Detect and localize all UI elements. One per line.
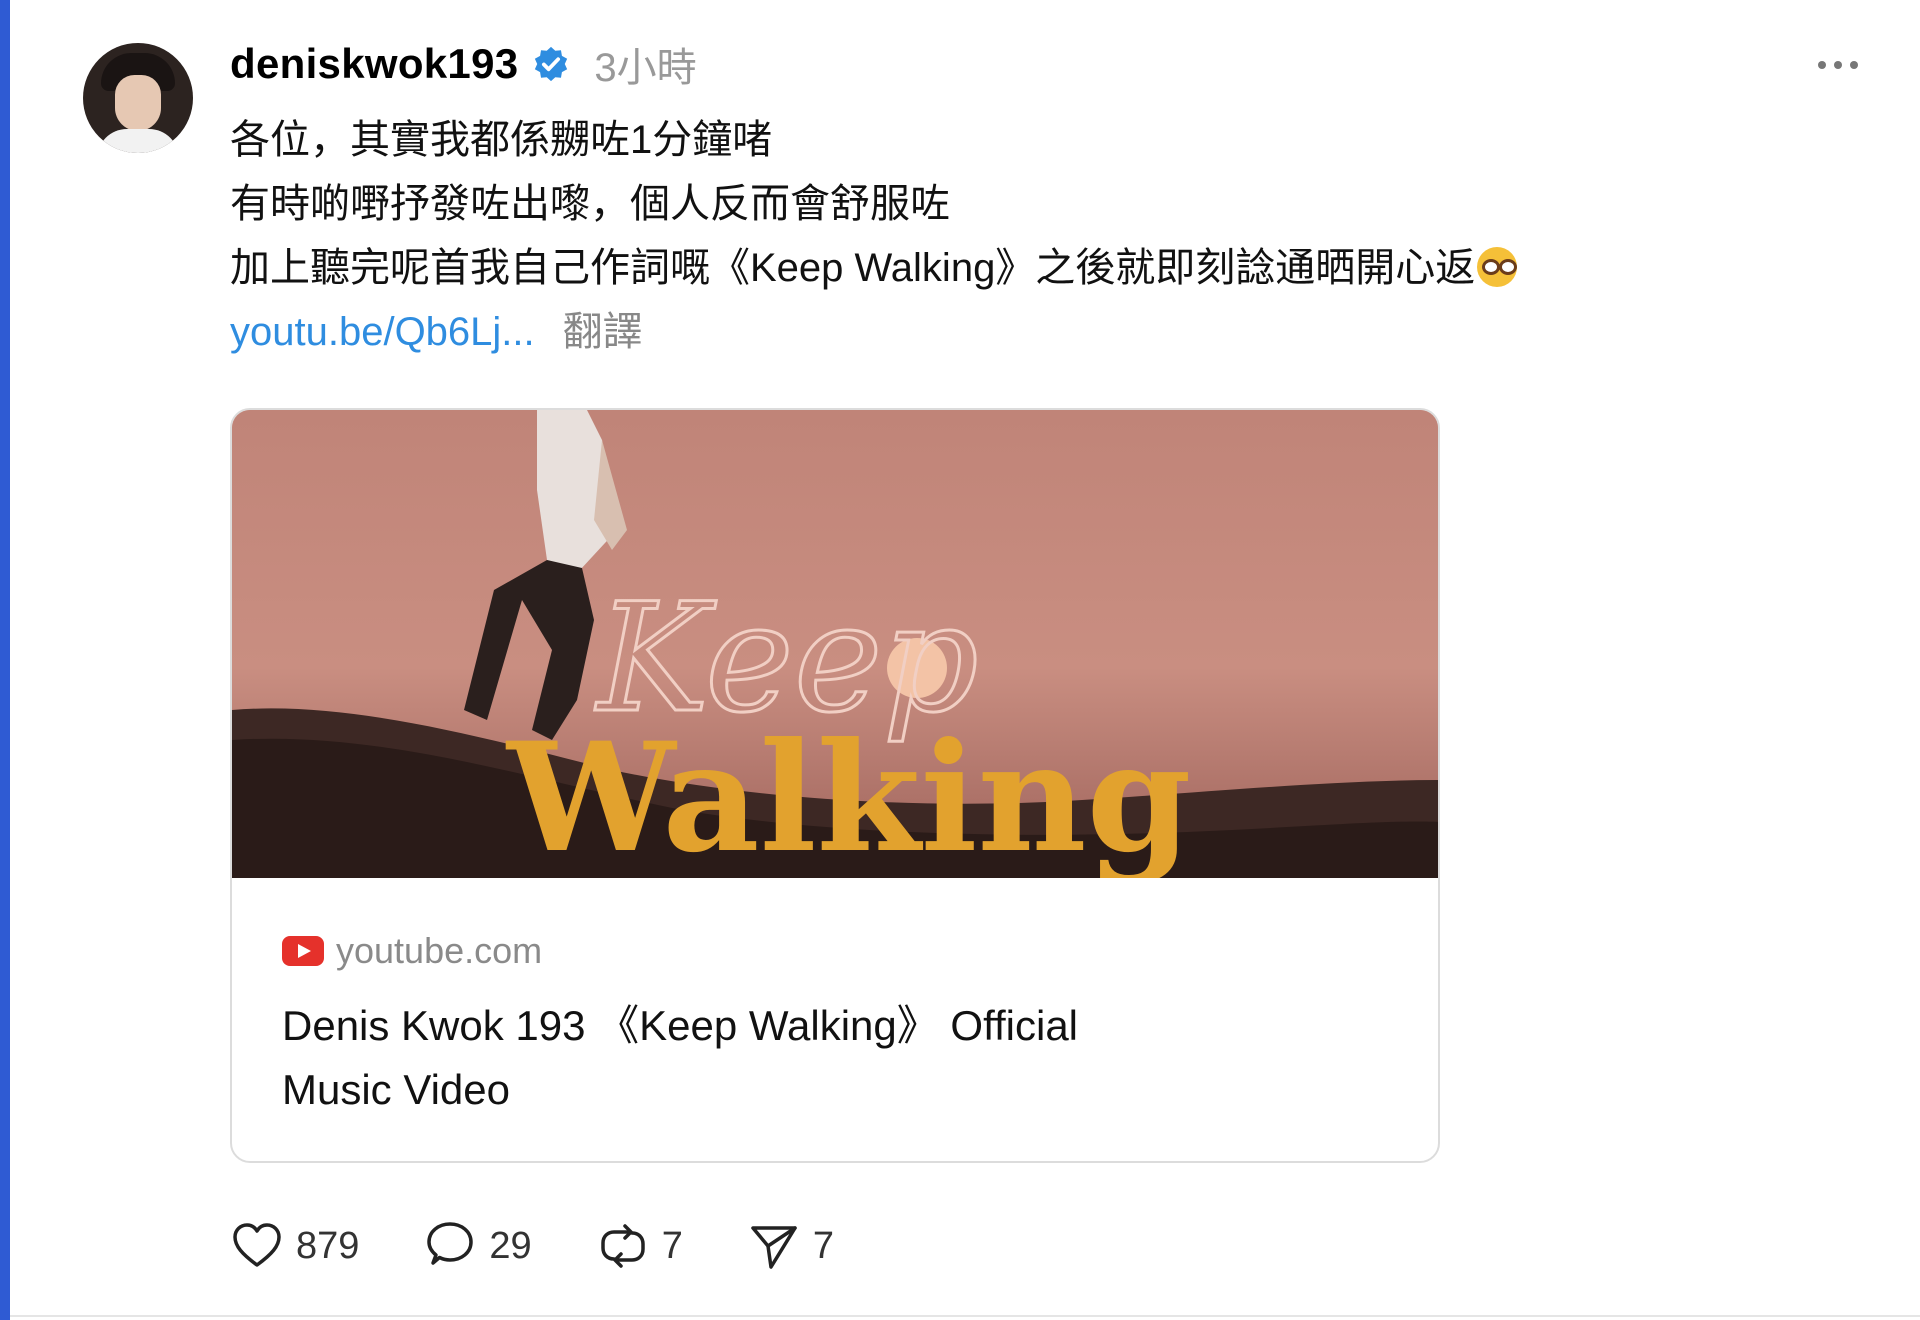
username[interactable]: deniskwok193 xyxy=(230,40,518,88)
card-info: youtube.com Denis Kwok 193 《Keep Walking… xyxy=(232,878,1438,1161)
post-line-3: 加上聽完呢首我自己作詞嘅《Keep Walking》之後就即刻諗通晒開心返 xyxy=(230,236,1518,300)
post-line-3-text: 加上聽完呢首我自己作詞嘅《Keep Walking》之後就即刻諗通晒開心返 xyxy=(230,246,1476,290)
like-count: 879 xyxy=(296,1224,360,1267)
nerd-face-emoji-icon xyxy=(1477,247,1518,287)
post-line-2: 有時啲嘢抒發咗出嚟，個人反而會舒服咗 xyxy=(230,182,950,226)
card-title[interactable]: Denis Kwok 193 《Keep Walking》 Official M… xyxy=(282,994,1182,1122)
thumbnail-title-main: Walking xyxy=(505,710,1191,878)
thumbnail-scene: Keep Walking xyxy=(232,410,1438,878)
card-source-row: youtube.com xyxy=(282,930,1392,972)
repost-button[interactable]: 7 xyxy=(596,1219,683,1273)
post-time: 3小時 xyxy=(594,46,697,90)
heart-icon xyxy=(233,1223,281,1267)
link-row: youtu.be/Qb6Lj... 翻譯 xyxy=(230,300,1517,364)
share-button[interactable]: 7 xyxy=(747,1219,834,1273)
comment-bubble-icon xyxy=(427,1222,474,1265)
repost-count: 7 xyxy=(661,1224,683,1267)
video-thumbnail[interactable]: Keep Walking xyxy=(232,410,1438,878)
avatar[interactable] xyxy=(83,43,193,153)
link-preview-card[interactable]: Keep Walking youtube.com Denis Kwok 193 … xyxy=(230,408,1440,1163)
post-line-1: 各位，其實我都係嬲咗1分鐘啫 xyxy=(230,118,773,162)
share-count: 7 xyxy=(812,1224,834,1267)
send-icon xyxy=(751,1226,797,1269)
post-header: deniskwok193 3小時 xyxy=(230,38,697,90)
repost-icon xyxy=(600,1224,645,1268)
avatar-face xyxy=(115,75,161,131)
avatar-shirt xyxy=(97,129,179,153)
youtube-icon xyxy=(282,936,324,966)
verified-badge-icon xyxy=(535,46,568,82)
comment-button[interactable]: 29 xyxy=(423,1219,532,1273)
action-bar: 879 29 7 7 xyxy=(230,1218,898,1274)
translate-button[interactable]: 翻譯 xyxy=(563,300,643,364)
more-options-icon[interactable] xyxy=(1818,50,1878,80)
card-source: youtube.com xyxy=(336,930,543,971)
comment-count: 29 xyxy=(489,1224,532,1267)
left-accent-border xyxy=(0,0,10,1320)
like-button[interactable]: 879 xyxy=(230,1219,359,1273)
post-body: 各位，其實我都係嬲咗1分鐘啫 有時啲嘢抒發咗出嚟，個人反而會舒服咗 加上聽完呢首… xyxy=(230,108,1518,364)
youtube-link[interactable]: youtu.be/Qb6Lj... xyxy=(230,300,535,364)
post-divider xyxy=(10,1315,1920,1317)
